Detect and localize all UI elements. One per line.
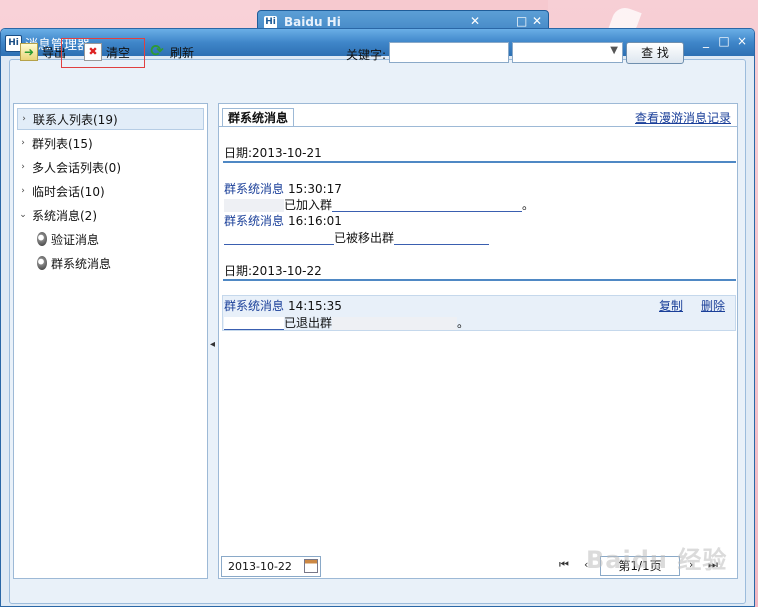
message-text: 已被移出群: [334, 231, 395, 245]
redacted-group-name: [332, 317, 458, 330]
minimize-button[interactable]: _: [700, 34, 712, 48]
tree-item-contacts[interactable]: › 联系人列表(19): [17, 108, 204, 130]
background-maximize-icon[interactable]: □: [516, 14, 527, 28]
keyword-input[interactable]: [389, 42, 509, 63]
message-time: 14:15:35: [288, 299, 342, 313]
panel-splitter[interactable]: ◂: [210, 103, 216, 579]
copy-link[interactable]: 复制: [659, 297, 683, 314]
tab-divider: [219, 126, 737, 127]
message-body: 已加入群 。: [224, 196, 534, 213]
chevron-right-icon[interactable]: ›: [18, 186, 28, 196]
message-body: 已退出群 。: [224, 314, 469, 331]
message-text-end: 。: [457, 316, 470, 330]
tree-subitem-label: 群系统消息: [51, 256, 112, 271]
refresh-icon: ⟳: [150, 41, 164, 60]
redacted-username[interactable]: [224, 232, 334, 245]
tree-item-label: 系统消息(2): [32, 208, 97, 223]
close-button[interactable]: ×: [736, 34, 748, 48]
message-sender: 群系统消息: [224, 299, 285, 313]
message-header: 群系统消息 16:16:01: [224, 212, 342, 229]
tree-item-groups[interactable]: › 群列表(15): [18, 132, 93, 154]
message-sender: 群系统消息: [224, 182, 285, 196]
export-label: 导出: [42, 45, 67, 60]
system-bulb-icon: [37, 232, 47, 246]
date-picker-value: 2013-10-22: [228, 560, 292, 573]
tree-item-multi-chat[interactable]: › 多人会话列表(0): [18, 156, 121, 178]
chevron-down-icon[interactable]: ⌄: [18, 210, 28, 220]
tab-group-system-messages[interactable]: 群系统消息: [222, 108, 295, 127]
message-text: 已加入群: [284, 198, 333, 212]
delete-link[interactable]: 删除: [701, 297, 725, 314]
redacted-group-name[interactable]: [332, 199, 523, 212]
refresh-label: 刷新: [170, 45, 195, 60]
chevron-right-icon[interactable]: ›: [19, 114, 29, 124]
background-close-icon[interactable]: ✕: [532, 14, 542, 28]
redacted-username[interactable]: [224, 317, 284, 330]
date-picker[interactable]: 2013-10-22: [221, 556, 321, 577]
maximize-button[interactable]: □: [718, 34, 730, 48]
pin-icon[interactable]: ✕: [470, 14, 480, 28]
message-sender: 群系统消息: [224, 214, 285, 228]
tree-subitem-label: 验证消息: [51, 232, 100, 247]
chevron-right-icon[interactable]: ›: [18, 162, 28, 172]
export-arrow-icon: ➜: [20, 43, 38, 61]
clear-button[interactable]: ✖ 清空: [84, 39, 130, 65]
chevron-down-icon[interactable]: ▼: [610, 45, 618, 56]
message-text: 已退出群: [284, 316, 333, 330]
tree-item-label: 群列表(15): [32, 136, 93, 151]
baidu-jingyan-watermark: Baidu 经验: [586, 546, 728, 574]
tree-item-label: 联系人列表(19): [33, 112, 118, 127]
tree-subitem-group-system[interactable]: 群系统消息: [37, 253, 111, 273]
first-page-button[interactable]: ⏮: [559, 558, 569, 572]
tree-item-system-messages[interactable]: ⌄ 系统消息(2): [18, 204, 97, 226]
clear-label: 清空: [106, 45, 131, 60]
calendar-icon[interactable]: [304, 559, 318, 573]
search-scope-select[interactable]: ▼: [512, 42, 623, 63]
message-body: 已被移出群: [224, 229, 490, 246]
clear-x-icon: ✖: [84, 43, 102, 61]
message-panel: 群系统消息 查看漫游消息记录 日期:2013-10-21 群系统消息 15:30:…: [218, 103, 738, 579]
message-text-end: 。: [522, 198, 535, 212]
roaming-records-link[interactable]: 查看漫游消息记录: [635, 109, 731, 126]
message-header: 群系统消息 14:15:35: [224, 297, 342, 314]
collapse-left-icon[interactable]: ◂: [210, 339, 215, 350]
date-divider: [223, 279, 736, 281]
date-divider: [223, 161, 736, 163]
date-heading: 日期:2013-10-22: [224, 264, 322, 278]
chevron-right-icon[interactable]: ›: [18, 138, 28, 148]
tree-item-label: 多人会话列表(0): [32, 160, 121, 175]
refresh-button[interactable]: ⟳ 刷新: [148, 39, 194, 65]
redacted-group-name[interactable]: [394, 232, 490, 245]
export-button[interactable]: ➜ 导出: [20, 39, 66, 65]
tree-subitem-verification[interactable]: 验证消息: [37, 229, 99, 249]
search-button[interactable]: 查 找: [626, 42, 684, 64]
keyword-label: 关键字:: [346, 48, 387, 62]
conversation-tree: › 联系人列表(19) › 群列表(15) › 多人会话列表(0) › 临时会话…: [13, 103, 208, 579]
date-heading: 日期:2013-10-21: [224, 146, 322, 160]
tree-item-temp-chat[interactable]: › 临时会话(10): [18, 180, 105, 202]
message-time: 15:30:17: [288, 182, 342, 196]
system-bulb-icon: [37, 256, 47, 270]
message-header: 群系统消息 15:30:17: [224, 180, 342, 197]
redacted-username: [224, 199, 284, 212]
message-time: 16:16:01: [288, 214, 342, 228]
tree-item-label: 临时会话(10): [32, 184, 105, 199]
background-window-title: Baidu Hi: [284, 15, 341, 29]
